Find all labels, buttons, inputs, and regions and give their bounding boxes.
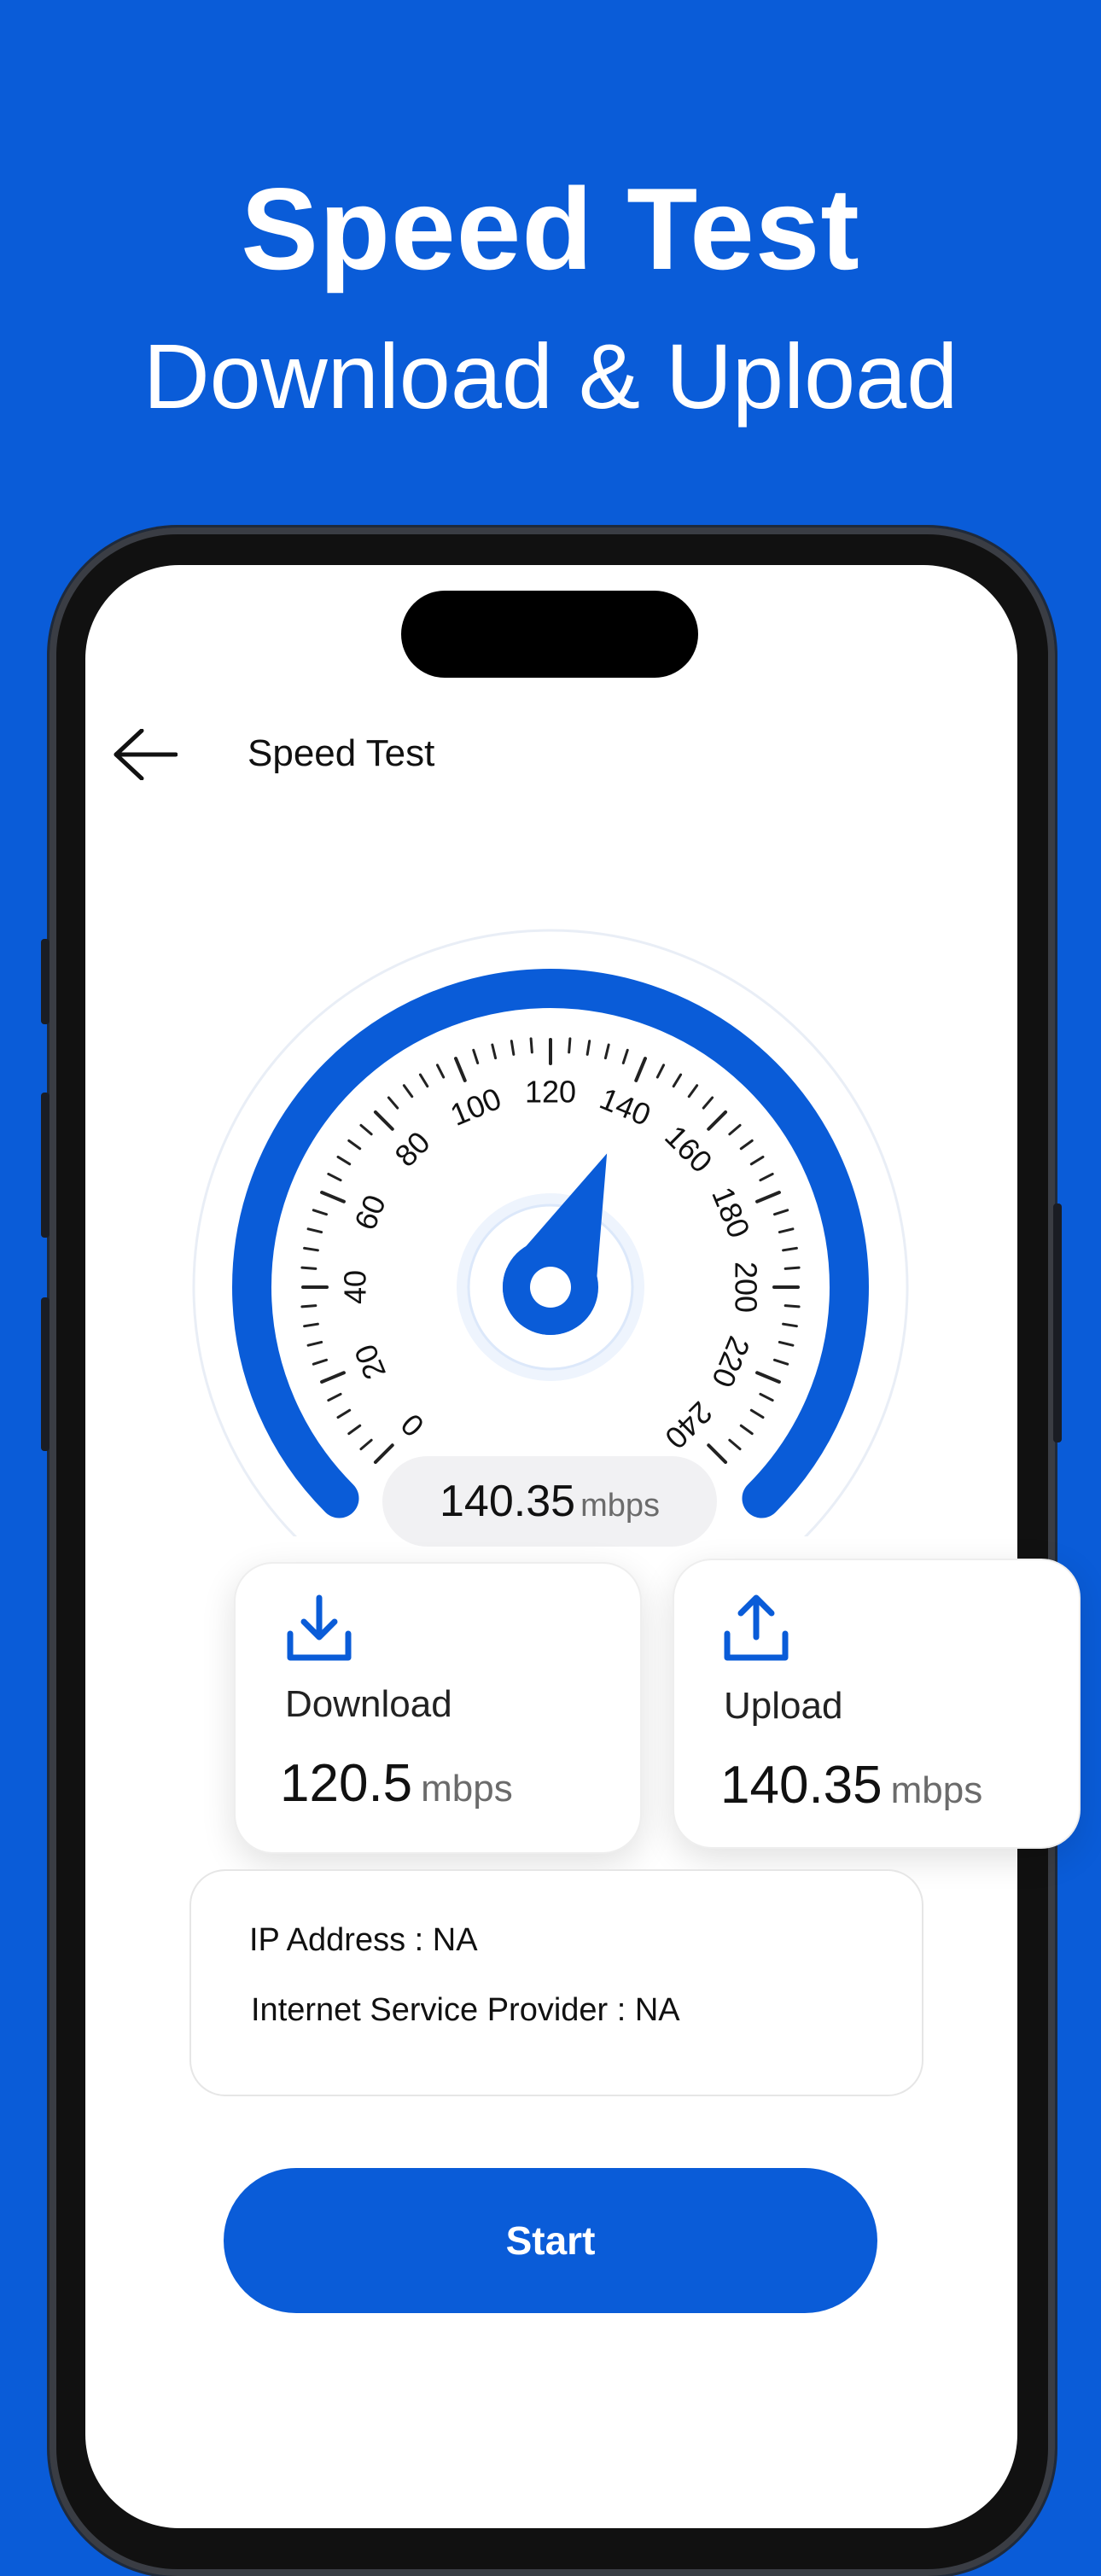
hero-title: Speed Test	[241, 164, 860, 294]
gauge-tick-label: 140	[595, 1081, 655, 1133]
gauge-tick-label: 80	[387, 1124, 436, 1173]
gauge-tick	[782, 1246, 798, 1252]
gauge-tick	[491, 1043, 498, 1060]
gauge-tick	[784, 1304, 801, 1308]
gauge-tick	[303, 1246, 319, 1252]
gauge-tick	[749, 1155, 765, 1166]
back-arrow-icon[interactable]	[113, 729, 178, 780]
upload-icon	[724, 1594, 789, 1661]
gauge-tick	[402, 1084, 414, 1099]
upload-unit: mbps	[890, 1769, 983, 1811]
gauge-tick	[687, 1084, 699, 1099]
gauge-tick	[702, 1096, 714, 1110]
upload-value: 140.35 mbps	[720, 1755, 982, 1815]
gauge-tick	[772, 1209, 789, 1216]
hero-subtitle: Download & Upload	[143, 324, 958, 428]
gauge-tick	[772, 1358, 789, 1366]
gauge-tick	[373, 1443, 394, 1465]
gauge-tick	[327, 1172, 342, 1182]
gauge-tick	[303, 1322, 319, 1328]
gauge-tick	[755, 1371, 781, 1384]
gauge-tick-label: 200	[728, 1262, 763, 1313]
readout-value: 140.35	[440, 1477, 576, 1526]
gauge-tick	[568, 1037, 572, 1054]
ip-address-text: IP Address : NA	[249, 1922, 478, 1958]
gauge-tick	[739, 1139, 754, 1151]
isp-text: Internet Service Provider : NA	[251, 1992, 680, 2028]
gauge-tick-label: 0	[394, 1407, 431, 1443]
gauge-tick	[418, 1073, 429, 1088]
gauge-tick	[347, 1424, 362, 1436]
gauge-tick-label: 40	[338, 1270, 373, 1304]
gauge-tick	[778, 1227, 795, 1234]
gauge-needle-dot	[530, 1267, 571, 1308]
gauge-tick	[739, 1424, 754, 1436]
gauge-tick	[312, 1209, 329, 1216]
gauge-tick-label: 180	[705, 1182, 757, 1243]
network-info-box: IP Address : NA Internet Service Provide…	[189, 1869, 923, 2096]
gauge-tick	[634, 1057, 647, 1082]
download-unit: mbps	[421, 1768, 513, 1810]
gauge-tick	[510, 1040, 516, 1056]
upload-number: 140.35	[720, 1756, 883, 1815]
gauge-tick	[359, 1123, 373, 1136]
gauge-tick-label: 100	[446, 1081, 506, 1133]
gauge-tick	[373, 1110, 394, 1131]
gauge-tick	[621, 1048, 629, 1065]
gauge-tick	[755, 1191, 781, 1203]
gauge-tick	[655, 1064, 666, 1079]
gauge-tick	[472, 1048, 480, 1065]
gauge-tick	[728, 1438, 742, 1451]
gauge-tick	[306, 1340, 323, 1347]
speed-gauge: 0 20 40 60 80 100 120 140 160 180 200 220 240	[188, 922, 913, 1646]
readout-unit: mbps	[580, 1488, 660, 1524]
download-number: 120.5	[280, 1754, 413, 1813]
download-value: 120.5 mbps	[280, 1753, 513, 1814]
speed-readout: 140.35 mbps	[382, 1456, 717, 1547]
gauge-tick-label: 120	[525, 1075, 576, 1110]
gauge-tick	[749, 1408, 765, 1419]
gauge-tick-label: 20	[347, 1339, 393, 1384]
gauge-tick	[707, 1110, 728, 1131]
gauge-tick-label: 220	[705, 1332, 757, 1392]
gauge-tick	[529, 1037, 533, 1054]
dynamic-island	[401, 591, 698, 678]
gauge-tick	[759, 1392, 774, 1402]
gauge-tick	[672, 1073, 683, 1088]
gauge-tick	[327, 1392, 342, 1402]
page-title: Speed Test	[248, 732, 435, 774]
download-card[interactable]: Download 120.5 mbps	[234, 1562, 642, 1854]
gauge-tick	[707, 1443, 728, 1465]
gauge-svg: 020406080100 120 140160180200220240	[192, 929, 909, 1646]
start-button[interactable]: Start	[224, 2168, 877, 2313]
upload-card[interactable]: Upload 140.35 mbps	[673, 1559, 1081, 1849]
gauge-tick	[454, 1057, 467, 1082]
download-label: Download	[285, 1683, 452, 1725]
side-button	[1053, 1203, 1062, 1442]
gauge-tick-label: 60	[347, 1190, 393, 1235]
upload-label: Upload	[724, 1685, 843, 1727]
gauge-tick	[359, 1438, 373, 1451]
gauge-tick	[300, 1304, 317, 1308]
gauge-tick	[306, 1227, 323, 1234]
gauge-tick	[603, 1043, 610, 1060]
side-button	[41, 939, 50, 1024]
gauge-tick	[435, 1064, 446, 1079]
download-icon	[287, 1594, 352, 1661]
gauge-tick	[336, 1408, 352, 1419]
gauge-tick	[759, 1172, 774, 1182]
gauge-tick	[782, 1322, 798, 1328]
gauge-tick	[585, 1040, 591, 1056]
gauge-tick	[320, 1191, 346, 1203]
gauge-tick	[387, 1096, 399, 1110]
gauge-tick	[728, 1123, 742, 1136]
gauge-tick	[336, 1155, 352, 1166]
side-button	[41, 1093, 50, 1238]
gauge-tick	[320, 1371, 346, 1384]
gauge-tick	[312, 1358, 329, 1366]
side-button	[41, 1297, 50, 1451]
gauge-tick	[778, 1340, 795, 1347]
gauge-tick	[347, 1139, 362, 1151]
